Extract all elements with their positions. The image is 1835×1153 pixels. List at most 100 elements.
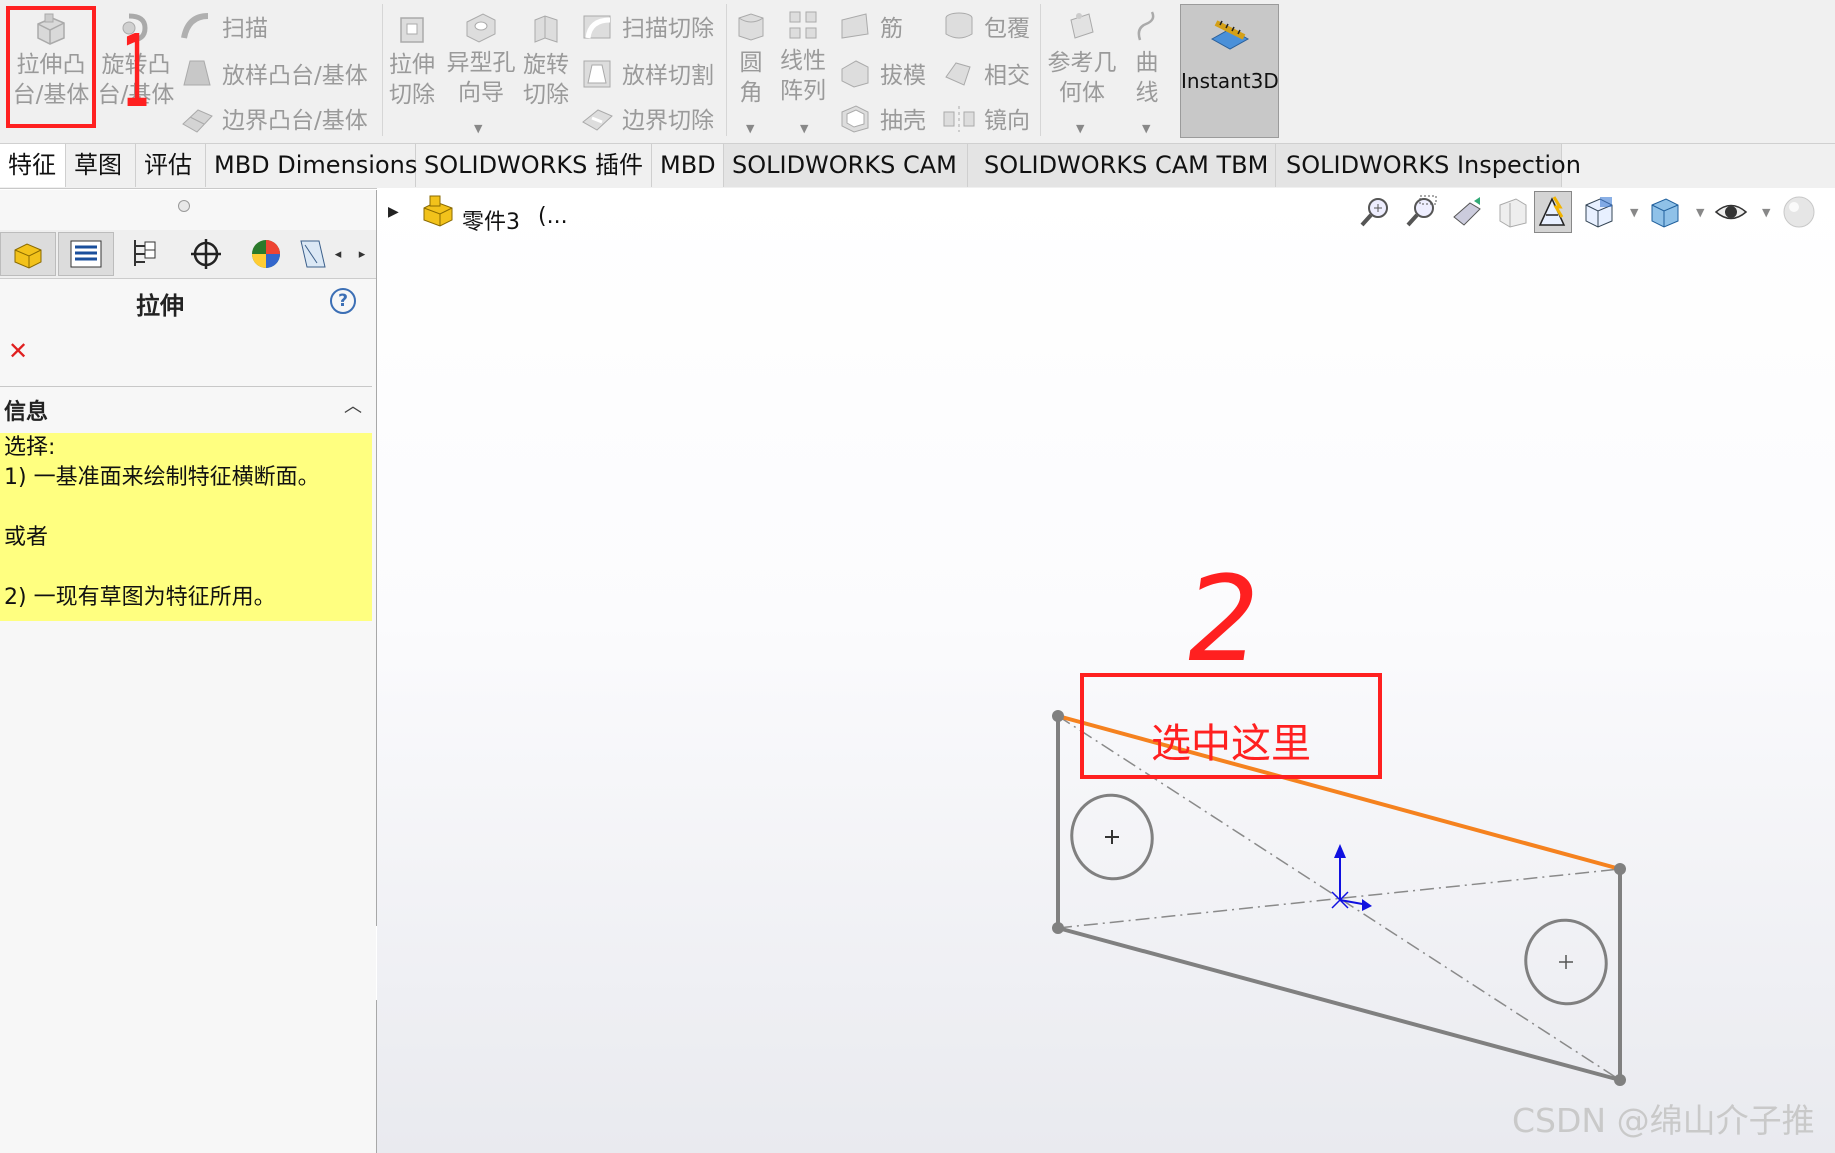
help-icon[interactable]: ? — [330, 288, 356, 314]
mirror-icon — [943, 106, 975, 132]
sweep-icon — [181, 13, 209, 39]
sketch-edge-bottom[interactable] — [1057, 926, 1621, 1082]
mirror-label: 镜向 — [984, 108, 1030, 134]
tab-mbd-dimensions[interactable]: MBD Dimensions — [206, 144, 417, 187]
info-line: 1) 一基准面来绘制特征横断面。 — [4, 465, 320, 490]
hole-wizard-label-2: 向导 — [458, 80, 504, 106]
linear-pattern-dropdown-icon[interactable]: ▼ — [800, 122, 808, 135]
info-message-box: 选择: 1) 一基准面来绘制特征横断面。 或者 2) 一现有草图为特征所用。 — [0, 433, 372, 621]
mirror-button[interactable]: 镜向 — [942, 100, 1030, 136]
tab-evaluate[interactable]: 评估 — [136, 144, 206, 187]
reference-geometry-dropdown-icon[interactable]: ▼ — [1076, 122, 1084, 135]
tab-features[interactable]: 特征 — [0, 144, 66, 187]
boundary-cut-icon — [582, 109, 613, 131]
command-manager-tabs: 特征 草图 评估 MBD Dimensions SOLIDWORKS 插件 MB… — [0, 144, 1835, 189]
sketch-vertex[interactable] — [1052, 922, 1064, 934]
intersect-icon — [945, 62, 971, 86]
crosshair-icon — [191, 239, 221, 269]
tab-mbd[interactable]: MBD — [652, 144, 724, 187]
sketch-vertex[interactable] — [1614, 1074, 1626, 1086]
fillet-dropdown-icon[interactable]: ▼ — [746, 122, 754, 135]
hole-wizard-button[interactable]: 异型孔 向导 — [442, 8, 520, 108]
revolve-cut-label-1: 旋转 — [523, 52, 569, 78]
sweep-button[interactable]: 扫描 — [180, 8, 268, 44]
boundary-cut-button[interactable]: 边界切除 — [580, 100, 714, 136]
revolve-cut-icon — [534, 15, 558, 43]
info-line: 或者 — [4, 525, 49, 550]
tabs-scroll-left-icon[interactable]: ◂ — [328, 242, 348, 268]
tab-solidworks-cam[interactable]: SOLIDWORKS CAM — [724, 144, 968, 187]
sketch-vertex[interactable] — [1052, 710, 1064, 722]
curves-dropdown-icon[interactable]: ▼ — [1142, 122, 1150, 135]
rib-button[interactable]: 筋 — [838, 8, 903, 44]
boundary-boss-label: 边界凸台/基体 — [222, 108, 368, 134]
annotation-select-here: 选中这里 — [1151, 721, 1311, 767]
tab-solidworks-cam-tbm[interactable]: SOLIDWORKS CAM TBM — [968, 144, 1276, 187]
rib-icon — [841, 13, 869, 39]
display-manager-tab[interactable] — [238, 232, 294, 276]
instant3d-toggle[interactable]: Instant3D — [1180, 4, 1279, 138]
configuration-manager-tab[interactable] — [118, 232, 174, 276]
loft-label: 放样凸台/基体 — [222, 63, 368, 89]
cam-tree-icon — [300, 240, 326, 268]
draft-button[interactable]: 拔模 — [838, 55, 926, 91]
tab-solidworks-inspection[interactable]: SOLIDWORKS Inspection — [1276, 144, 1581, 187]
wrap-label: 包覆 — [984, 16, 1030, 42]
boundary-boss-button[interactable]: 边界凸台/基体 — [180, 100, 368, 136]
extrude-cut-icon — [400, 17, 424, 43]
draft-icon — [841, 60, 869, 88]
intersect-label: 相交 — [984, 63, 1030, 89]
reference-geometry-label-2: 何体 — [1059, 80, 1105, 106]
wrap-button[interactable]: 包覆 — [942, 8, 1030, 44]
linear-pattern-icon — [789, 11, 817, 39]
shell-button[interactable]: 抽壳 — [838, 100, 926, 136]
property-manager-title: 拉伸 — [136, 292, 184, 320]
curves-label-1: 曲 — [1135, 50, 1159, 76]
lofted-cut-button[interactable]: 放样切割 — [580, 55, 714, 91]
instant3d-icon — [1210, 20, 1249, 50]
linear-pattern-button[interactable]: 线性 阵列 — [776, 8, 830, 106]
swept-cut-button[interactable]: 扫描切除 — [580, 8, 714, 44]
shell-icon — [841, 105, 869, 133]
cancel-icon[interactable]: ✕ — [8, 337, 28, 365]
extrude-cut-label-2: 切除 — [389, 82, 435, 108]
origin-icon — [1331, 844, 1372, 911]
curves-button[interactable]: 曲 线 — [1124, 10, 1170, 108]
tab-sketch[interactable]: 草图 — [66, 144, 136, 187]
cam-manager-tab[interactable] — [298, 232, 328, 276]
sketch-vertex[interactable] — [1614, 863, 1626, 875]
reference-geometry-label-1: 参考几 — [1047, 50, 1117, 76]
watermark: CSDN @绵山介子推 — [1512, 1101, 1815, 1140]
swept-cut-label: 扫描切除 — [622, 16, 714, 42]
appearance-sphere-icon — [252, 240, 280, 268]
hole-wizard-label-1: 异型孔 — [446, 50, 516, 76]
panel-splitter-handle[interactable] — [178, 200, 190, 212]
tabs-scroll-right-icon[interactable]: ▸ — [352, 242, 372, 268]
intersect-button[interactable]: 相交 — [942, 55, 1030, 91]
sweep-label: 扫描 — [222, 16, 268, 42]
instant3d-label: Instant3D — [1181, 69, 1279, 93]
revolve-cut-button[interactable]: 旋转 切除 — [520, 12, 572, 110]
hole-wizard-dropdown-icon[interactable]: ▼ — [474, 122, 482, 135]
linear-pattern-label-2: 阵列 — [780, 78, 826, 104]
curves-label-2: 线 — [1135, 80, 1159, 106]
info-line — [0, 493, 372, 523]
info-section-header[interactable]: 信息 — [4, 394, 48, 426]
feature-manager-tab[interactable] — [0, 232, 56, 276]
circle-center-plus-icon — [1559, 955, 1573, 969]
fillet-label-1: 圆 — [739, 50, 763, 76]
hole-wizard-icon — [466, 13, 496, 43]
curves-icon — [1137, 11, 1155, 41]
annotation-marker-1: 1 — [122, 13, 151, 130]
fillet-button[interactable]: 圆 角 — [730, 10, 772, 108]
ribbon-separator — [726, 4, 727, 136]
reference-geometry-button[interactable]: 参考几 何体 — [1044, 10, 1120, 108]
info-line: 选择: — [4, 435, 56, 460]
loft-boss-button[interactable]: 放样凸台/基体 — [180, 55, 368, 91]
dimxpert-manager-tab[interactable] — [178, 232, 234, 276]
collapse-chevron-up-icon[interactable]: ︿ — [344, 392, 362, 418]
feature-manager-icon — [14, 243, 42, 269]
property-manager-tab[interactable] — [58, 232, 114, 276]
extrude-cut-button[interactable]: 拉伸 切除 — [384, 12, 440, 110]
tab-solidworks-addins[interactable]: SOLIDWORKS 插件 — [416, 144, 652, 187]
